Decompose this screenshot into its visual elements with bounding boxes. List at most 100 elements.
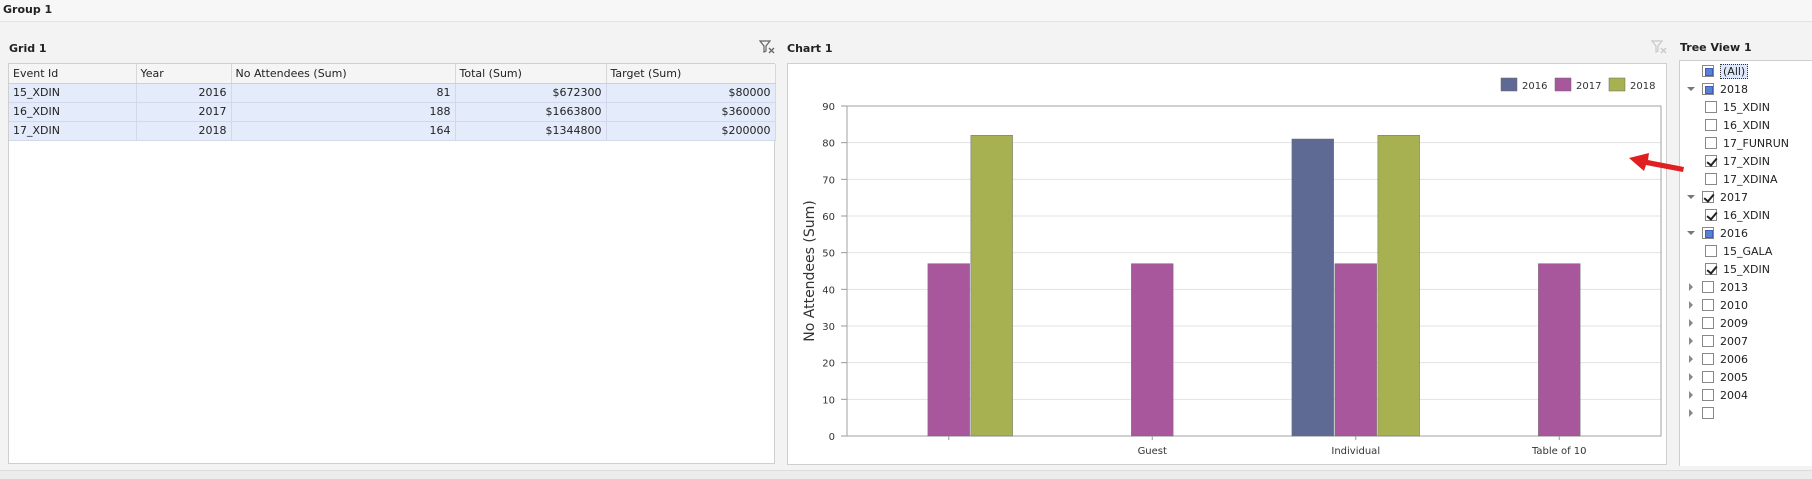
tree-checkbox[interactable]	[1705, 119, 1717, 131]
tree-checkbox[interactable]	[1702, 65, 1714, 77]
tree-checkbox[interactable]	[1702, 191, 1714, 203]
tree-item[interactable]: 2007	[1686, 333, 1748, 349]
collapse-arrow-icon[interactable]	[1686, 84, 1696, 94]
expand-arrow-icon[interactable]	[1686, 372, 1696, 382]
tree-checkbox[interactable]	[1702, 353, 1714, 365]
tree-item[interactable]: 2005	[1686, 369, 1748, 385]
bar-2018	[970, 135, 1013, 437]
cell-target[interactable]: $80000	[606, 83, 776, 103]
legend-swatch	[1554, 77, 1572, 92]
cell-event-id[interactable]: 16_XDIN	[9, 102, 137, 122]
y-tick-label: 90	[822, 102, 835, 113]
red-arrow-icon	[1629, 153, 1684, 172]
column-header-total[interactable]: Total (Sum)	[455, 64, 607, 84]
cell-event-id[interactable]: 17_XDIN	[9, 121, 137, 141]
tree-checkbox[interactable]	[1705, 209, 1717, 221]
collapse-arrow-icon[interactable]	[1686, 228, 1696, 238]
tree-checkbox[interactable]	[1702, 335, 1714, 347]
tree-item[interactable]: 2013	[1686, 279, 1748, 295]
cell-no-attendees[interactable]: 81	[231, 83, 456, 103]
status-bar	[0, 470, 1812, 479]
tree-item[interactable]: 17_XDINA	[1705, 171, 1778, 187]
column-header-year[interactable]: Year	[136, 64, 232, 84]
tree-item[interactable]: 17_FUNRUN	[1705, 135, 1789, 151]
y-tick-label: 20	[822, 359, 835, 370]
cell-year[interactable]: 2018	[136, 121, 232, 141]
cell-year[interactable]: 2016	[136, 83, 232, 103]
tree-checkbox[interactable]	[1705, 245, 1717, 257]
tree-item[interactable]	[1686, 405, 1720, 421]
x-tick-label: Individual	[1331, 446, 1380, 457]
tree-item[interactable]: 2018	[1686, 81, 1748, 97]
bar-2018	[1377, 135, 1420, 437]
y-tick-label: 10	[822, 395, 835, 406]
cell-year[interactable]: 2017	[136, 102, 232, 122]
tree-title: Tree View 1	[1680, 41, 1752, 54]
tree-item[interactable]: 2010	[1686, 297, 1748, 313]
tree-item[interactable]: 2006	[1686, 351, 1748, 367]
tree-checkbox[interactable]	[1702, 83, 1714, 95]
grid-title: Grid 1	[9, 42, 47, 55]
bar-2016	[1291, 138, 1334, 437]
cell-no-attendees[interactable]: 188	[231, 102, 456, 122]
expand-arrow-icon[interactable]	[1686, 408, 1696, 418]
expand-arrow-icon[interactable]	[1686, 282, 1696, 292]
cell-target[interactable]: $360000	[606, 102, 776, 122]
collapse-arrow-icon[interactable]	[1686, 192, 1696, 202]
tree-item-label: 2007	[1720, 334, 1748, 348]
grid-table: Event Id Year No Attendees (Sum) Total (…	[9, 64, 776, 141]
tree-item[interactable]: 15_XDIN	[1705, 99, 1770, 115]
legend-swatch	[1608, 77, 1626, 92]
clear-filter-icon[interactable]	[759, 40, 775, 54]
data-grid: Event Id Year No Attendees (Sum) Total (…	[8, 63, 776, 464]
tree-checkbox[interactable]	[1705, 101, 1717, 113]
tree-item[interactable]: 17_XDIN	[1705, 153, 1770, 169]
tree-checkbox[interactable]	[1702, 371, 1714, 383]
expand-arrow-icon[interactable]	[1686, 300, 1696, 310]
expand-arrow-icon[interactable]	[1686, 336, 1696, 346]
y-tick-label: 80	[822, 139, 835, 150]
cell-total[interactable]: $672300	[455, 83, 607, 103]
tree-checkbox[interactable]	[1705, 137, 1717, 149]
tree-checkbox[interactable]	[1702, 389, 1714, 401]
tree-item-label: 17_XDIN	[1723, 154, 1770, 168]
x-tick-label: Guest	[1138, 446, 1167, 457]
table-row[interactable]: 17_XDIN 2018 164 $1344800 $200000	[9, 121, 776, 141]
tree-item[interactable]: 2017	[1686, 189, 1748, 205]
tree-checkbox[interactable]	[1702, 299, 1714, 311]
tree-item[interactable]: (All)	[1686, 63, 1749, 79]
table-row[interactable]: 16_XDIN 2017 188 $1663800 $360000	[9, 102, 776, 122]
tree-checkbox[interactable]	[1705, 263, 1717, 275]
table-row[interactable]: 15_XDIN 2016 81 $672300 $80000	[9, 83, 776, 103]
tree-item[interactable]: 2016	[1686, 225, 1748, 241]
tree-checkbox[interactable]	[1705, 155, 1717, 167]
tree-checkbox[interactable]	[1702, 317, 1714, 329]
column-header-no-attendees[interactable]: No Attendees (Sum)	[231, 64, 456, 84]
tree-item[interactable]: 16_XDIN	[1705, 117, 1770, 133]
tree-checkbox[interactable]	[1702, 281, 1714, 293]
expand-arrow-icon[interactable]	[1686, 354, 1696, 364]
tree-checkbox[interactable]	[1702, 227, 1714, 239]
tree-item-label: 15_XDIN	[1723, 262, 1770, 276]
expand-arrow-icon[interactable]	[1686, 318, 1696, 328]
tree-item[interactable]: 15_GALA	[1705, 243, 1772, 259]
tree-checkbox[interactable]	[1705, 173, 1717, 185]
cell-total[interactable]: $1344800	[455, 121, 607, 141]
chart-panel: 0 10 20 30 40 50 60 70 80 90 No Attendees (Sum) Gue…	[787, 63, 1667, 465]
tree-item[interactable]: 2004	[1686, 387, 1748, 403]
tree-item-label: 2009	[1720, 316, 1748, 330]
expand-arrow-icon[interactable]	[1686, 390, 1696, 400]
legend-swatch	[1500, 77, 1518, 92]
cell-target[interactable]: $200000	[606, 121, 776, 141]
cell-total[interactable]: $1663800	[455, 102, 607, 122]
clear-filter-icon[interactable]	[1651, 40, 1667, 54]
tree-checkbox[interactable]	[1702, 407, 1714, 419]
y-tick-label: 0	[829, 432, 835, 443]
column-header-event-id[interactable]: Event Id	[9, 64, 137, 84]
cell-event-id[interactable]: 15_XDIN	[9, 83, 137, 103]
cell-no-attendees[interactable]: 164	[231, 121, 456, 141]
tree-item[interactable]: 15_XDIN	[1705, 261, 1770, 277]
tree-item[interactable]: 2009	[1686, 315, 1748, 331]
column-header-target[interactable]: Target (Sum)	[606, 64, 776, 84]
tree-item[interactable]: 16_XDIN	[1705, 207, 1770, 223]
